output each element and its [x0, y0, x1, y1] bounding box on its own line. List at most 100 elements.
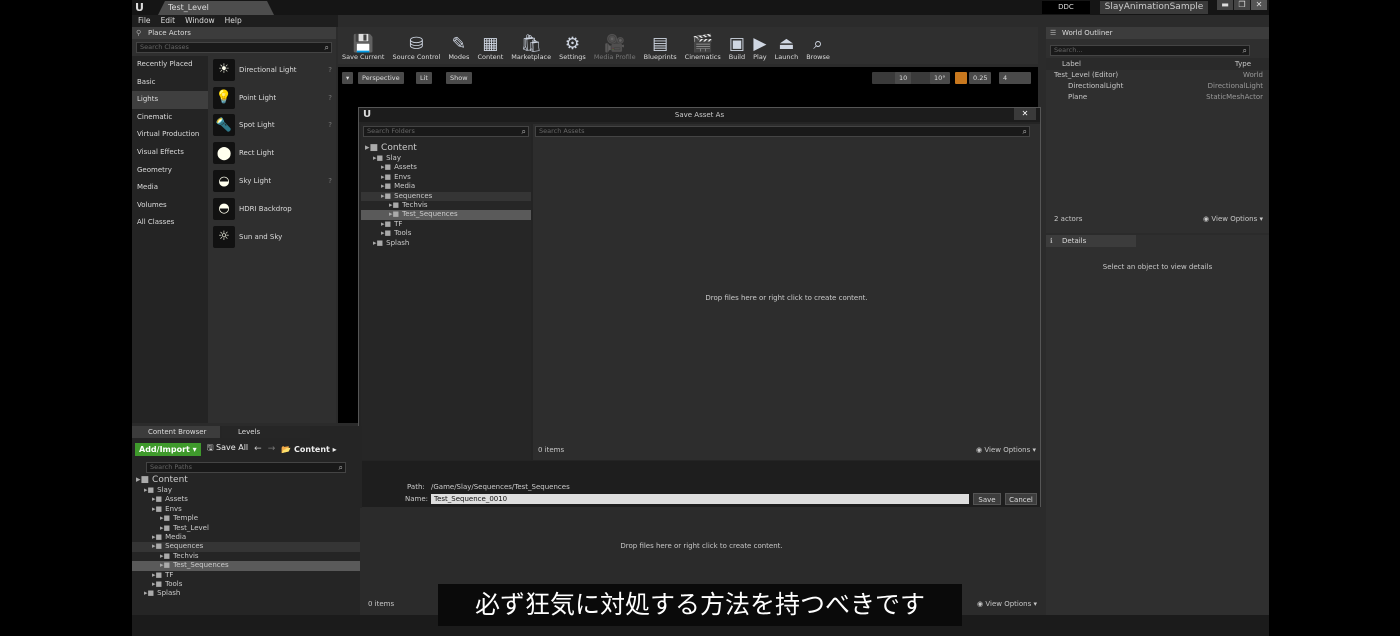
folder-sequences[interactable]: ▸■ Sequences — [361, 191, 531, 201]
back-icon[interactable]: ← — [254, 444, 262, 454]
settings-button[interactable]: ⚙ Settings — [555, 27, 590, 64]
help-icon[interactable]: ? — [328, 66, 332, 74]
view-options-button[interactable]: ◉ View Options ▾ — [976, 446, 1036, 454]
category-geometry[interactable]: Geometry — [132, 162, 208, 180]
folder-tools[interactable]: ▸■ Tools — [132, 580, 362, 589]
search-paths-input[interactable]: Search Paths ⌕ — [146, 462, 346, 473]
category-recently-placed[interactable]: Recently Placed — [132, 56, 208, 74]
modes-button[interactable]: ✎ Modes — [444, 27, 473, 64]
folder-sequences[interactable]: ▸■ Sequences — [132, 542, 362, 552]
asset-name-input[interactable]: Test_Sequence_0010 — [431, 494, 969, 504]
category-cinematic[interactable]: Cinematic — [132, 109, 208, 127]
category-media[interactable]: Media — [132, 179, 208, 197]
actor-item[interactable]: ◒ Sky Light? — [209, 167, 336, 195]
label-column[interactable]: Label — [1062, 60, 1081, 68]
save-button[interactable]: Save — [973, 493, 1001, 505]
actor-item[interactable]: ◓ HDRI Backdrop — [209, 195, 336, 223]
category-all-classes[interactable]: All Classes — [132, 214, 208, 232]
world-outliner-tab[interactable]: ☰ World Outliner — [1046, 27, 1269, 39]
folder-test-sequences[interactable]: ▸■ Test_Sequences — [361, 210, 531, 220]
folder-splash[interactable]: ▸■ Splash — [361, 239, 531, 248]
build-button[interactable]: ▣ Build — [725, 27, 749, 64]
search-folders-input[interactable]: Search Folders ⌕ — [363, 126, 529, 137]
outliner-row[interactable]: DirectionalLight DirectionalLight — [1046, 81, 1269, 92]
actor-item[interactable]: 💡 Point Light? — [209, 84, 336, 112]
menu-edit[interactable]: Edit — [161, 15, 176, 27]
category-lights[interactable]: Lights — [132, 91, 208, 109]
menu-help[interactable]: Help — [225, 15, 242, 27]
menu-file[interactable]: File — [138, 15, 151, 27]
launch-button[interactable]: ⏏ Launch — [771, 27, 803, 64]
actor-item[interactable]: ☀ Directional Light? — [209, 56, 336, 84]
save-all-button[interactable]: 🖫 Save All — [207, 442, 248, 456]
category-visual-effects[interactable]: Visual Effects — [132, 144, 208, 162]
folder-slay[interactable]: ▸■ Slay — [132, 486, 362, 495]
folder-envs[interactable]: ▸■ Envs — [132, 505, 362, 514]
tab-levels[interactable]: Levels — [222, 426, 310, 438]
folder-assets[interactable]: ▸■ Assets — [361, 163, 531, 172]
close-icon[interactable]: ✕ — [1251, 0, 1267, 10]
folder-assets[interactable]: ▸■ Assets — [132, 495, 362, 504]
help-icon[interactable]: ? — [328, 177, 332, 185]
scale-snap-value[interactable]: 0.25 — [969, 72, 992, 84]
help-icon[interactable]: ? — [328, 94, 332, 102]
ddc-indicator[interactable]: DDC — [1042, 1, 1090, 14]
folder-tools[interactable]: ▸■ Tools — [361, 229, 531, 238]
menu-window[interactable]: Window — [185, 15, 215, 27]
actor-item[interactable]: 🔦 Spot Light? — [209, 112, 336, 140]
folder-tf[interactable]: ▸■ TF — [361, 220, 531, 229]
marketplace-button[interactable]: 🛍 Marketplace — [507, 27, 555, 64]
category-basic[interactable]: Basic — [132, 74, 208, 92]
asset-pane[interactable]: Search Assets ⌕ Drop files here or right … — [533, 124, 1040, 460]
cinematics-button[interactable]: 🎬 Cinematics — [681, 27, 725, 64]
blueprints-button[interactable]: ▤ Blueprints — [640, 27, 681, 64]
category-virtual-production[interactable]: Virtual Production — [132, 126, 208, 144]
folder-envs[interactable]: ▸■ Envs — [361, 173, 531, 182]
search-assets-input[interactable]: Search Assets ⌕ — [535, 126, 1030, 137]
outliner-row[interactable]: Test_Level (Editor) World — [1046, 70, 1269, 81]
media-profile-button[interactable]: 🎥 Media Profile — [590, 27, 640, 64]
viewport-menu-button[interactable]: ▾ — [342, 72, 353, 84]
place-actors-tab[interactable]: ⚲ Place Actors — [132, 27, 336, 39]
folder-techvis[interactable]: ▸■ Techvis — [361, 201, 531, 210]
perspective-button[interactable]: Perspective — [358, 72, 404, 84]
level-tab[interactable]: Test_Level — [158, 1, 274, 15]
folder-tf[interactable]: ▸■ TF — [132, 571, 362, 580]
minimize-icon[interactable]: ▬ — [1217, 0, 1233, 10]
folder-test-level[interactable]: ▸■ Test_Level — [132, 524, 362, 533]
actor-item[interactable]: ☼ Sun and Sky — [209, 223, 336, 251]
folder-media[interactable]: ▸■ Media — [361, 182, 531, 191]
cb-view-options[interactable]: ◉ View Options ▾ — [977, 600, 1037, 608]
help-icon[interactable]: ? — [328, 121, 332, 129]
tab-content-browser[interactable]: Content Browser — [132, 426, 220, 438]
cancel-button[interactable]: Cancel — [1005, 493, 1037, 505]
maximize-icon[interactable]: ❐ — [1234, 0, 1250, 10]
save-current-button[interactable]: 💾 Save Current — [338, 27, 388, 64]
category-volumes[interactable]: Volumes — [132, 197, 208, 215]
scale-snap-icon[interactable] — [955, 72, 967, 84]
actor-item[interactable]: ⬤ Rect Light — [209, 139, 336, 167]
lit-button[interactable]: Lit — [416, 72, 432, 84]
breadcrumb[interactable]: 📂 Content ▸ — [281, 445, 336, 454]
source-control-button[interactable]: ⛁ Source Control — [388, 27, 444, 64]
outliner-view-options[interactable]: ◉ View Options ▾ — [1203, 215, 1263, 223]
folder-slay[interactable]: ▸■ Slay — [361, 154, 531, 163]
add-import-button[interactable]: Add/Import ▾ — [135, 442, 201, 456]
outliner-search-input[interactable]: Search... ⌕ — [1050, 45, 1250, 56]
browse-button[interactable]: ⌕ Browse — [802, 27, 834, 64]
content-button[interactable]: ▦ Content — [473, 27, 507, 64]
folder-splash[interactable]: ▸■ Splash — [132, 589, 362, 598]
show-button[interactable]: Show — [446, 72, 472, 84]
type-column[interactable]: Type — [1235, 60, 1251, 68]
forward-icon[interactable]: → — [268, 444, 276, 454]
play-button[interactable]: ▶ Play — [749, 27, 771, 64]
folder-temple[interactable]: ▸■ Temple — [132, 514, 362, 523]
details-tab[interactable]: ℹ Details — [1046, 235, 1136, 247]
search-classes-input[interactable]: Search Classes ⌕ — [136, 42, 332, 53]
close-icon[interactable]: ✕ — [1014, 108, 1036, 120]
folder-techvis[interactable]: ▸■ Techvis — [132, 552, 362, 561]
folder-content[interactable]: ▸■ Content — [132, 475, 362, 486]
folder-media[interactable]: ▸■ Media — [132, 533, 362, 542]
folder-test-sequences[interactable]: ▸■ Test_Sequences — [132, 561, 362, 571]
camera-speed[interactable]: 4 — [999, 72, 1031, 84]
